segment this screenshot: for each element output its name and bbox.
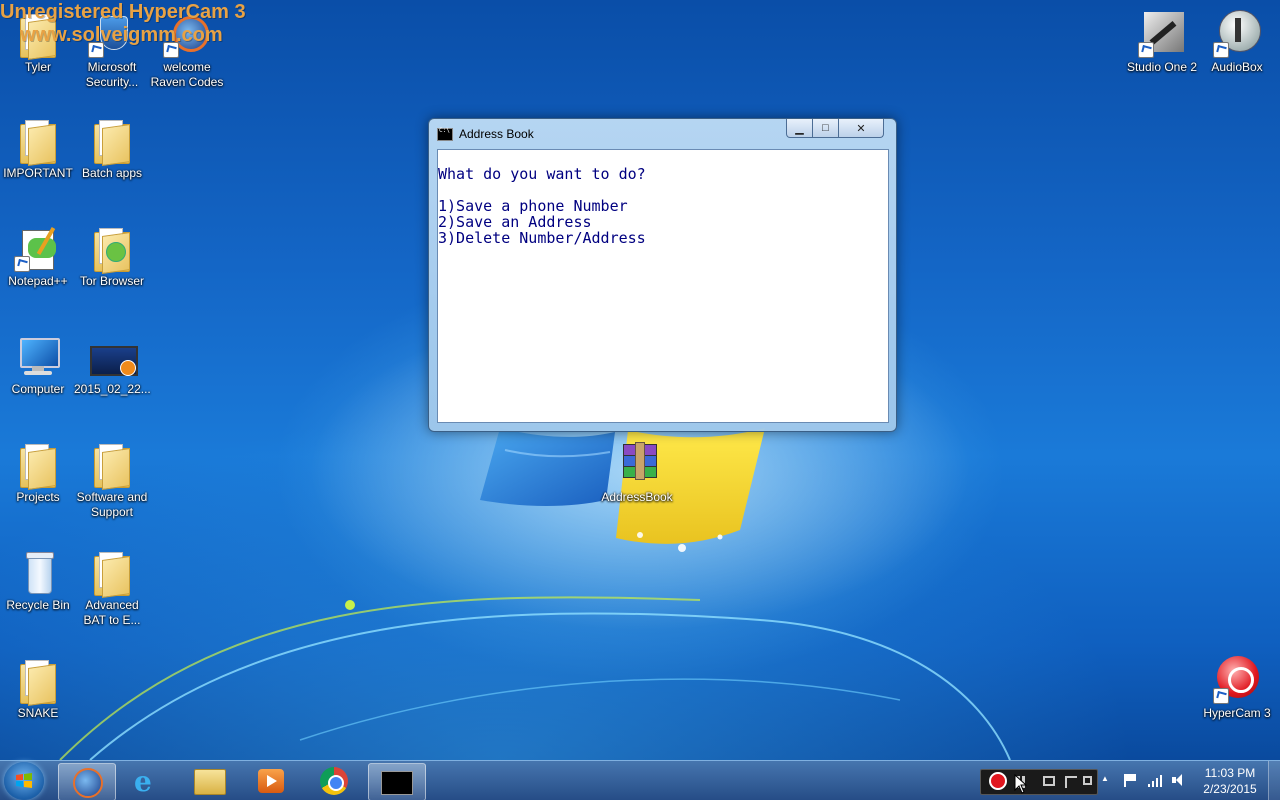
usb-audio-icon [1213,10,1261,58]
mouse-cursor-icon [1014,774,1028,794]
desktop-icon-label: HyperCam 3 [1203,706,1271,720]
volume-icon[interactable] [1172,774,1186,786]
computer-icon [14,332,62,380]
console-icon [437,127,453,141]
desktop-icon-label: AudioBox [1211,60,1263,74]
desktop-icon-label: SNAKE [17,706,59,720]
desktop-icon-label: Projects [16,490,60,504]
desktop-icon-audiobox[interactable]: AudioBox [1199,10,1275,75]
hypercam-icon [1213,656,1261,704]
desktop-icon-label: Recycle Bin [6,598,70,612]
desktop-icon-label: IMPORTANT [3,166,73,180]
address-book-window[interactable]: Address Book ▁ □ ✕ What do you want to d… [428,118,897,432]
desktop-icon-label: Tyler [24,60,51,74]
folder-icon [14,656,62,706]
desktop-icon-label: AddressBook [601,490,673,504]
internet-explorer-icon: e [134,765,152,798]
taskbar-explorer[interactable] [182,763,238,799]
chrome-center [328,775,344,791]
network-signal-icon[interactable] [1148,773,1164,787]
desktop-icon-snake[interactable]: SNAKE [0,656,76,721]
desktop-icon-label: Microsoft Security... [85,60,139,89]
windows-logo-icon [16,773,32,788]
console-line: 2)Save an Address [438,213,592,231]
desktop-icon-software-support[interactable]: Software and Support [74,440,150,520]
desktop-icon-label: Batch apps [81,166,143,180]
window-title: Address Book [459,127,534,141]
close-button[interactable]: ✕ [838,119,884,138]
hypercam-toolbar [980,769,1098,795]
desktop-icon-label: Advanced BAT to E... [83,598,141,627]
console-line: 1)Save a phone Number [438,197,628,215]
taskbar-cmd[interactable] [368,763,426,800]
clock-date: 2/23/2015 [1203,782,1257,796]
desktop-icon-recycle-bin[interactable]: Recycle Bin [0,548,76,613]
console-output[interactable]: What do you want to do? 1)Save a phone Nu… [437,149,889,423]
folder-icon [88,224,136,274]
maximize-button[interactable]: □ [812,119,839,138]
restore-icon[interactable] [1083,776,1092,785]
cmd-icon [381,771,413,795]
minimize-button[interactable]: ▁ [786,119,813,138]
taskbar-firefox[interactable] [58,763,116,800]
folder-icon [88,116,136,166]
watermark-line1: Unregistered HyperCam 3 [0,1,246,23]
desktop-icon-video-2015[interactable]: 2015_02_22... [74,332,151,397]
watermark: Unregistered HyperCam 3 www.solveigmm.co… [0,1,246,47]
desktop-icon-advanced-bat[interactable]: Advanced BAT to E... [74,548,150,628]
desktop-icon-studio-one[interactable]: Studio One 2 [1124,10,1200,75]
desktop-icon-tor-browser[interactable]: Tor Browser [74,224,150,289]
clock[interactable]: 11:03 PM 2/23/2015 [1192,765,1268,797]
studio-one-icon [1138,10,1186,58]
desktop-icon-label: Software and Support [76,490,148,519]
folder-icon [88,548,136,598]
file-explorer-icon [194,769,226,795]
desktop-icon-label: Notepad++ [8,274,68,288]
console-line: What do you want to do? [438,165,646,183]
firefox-icon [73,768,103,798]
show-hidden-icons-button[interactable]: ▲ [1101,774,1109,783]
desktop-icon-projects[interactable]: Projects [0,440,76,505]
play-icon [267,775,277,787]
record-icon[interactable] [989,772,1007,790]
desktop-icon-notepadpp[interactable]: Notepad++ [0,224,76,289]
desktop[interactable]: Unregistered HyperCam 3 www.solveigmm.co… [0,0,1280,760]
action-center-flag-icon[interactable] [1124,774,1136,787]
start-button[interactable] [4,762,44,800]
desktop-icon-label: Computer [11,382,65,396]
folder-icon [88,440,136,490]
desktop-icon-label: Studio One 2 [1126,60,1198,74]
taskbar-internet-explorer[interactable]: e [120,763,176,799]
watermark-line2: www.solveigmm.com [20,24,223,46]
desktop-icon-hypercam[interactable]: HyperCam 3 [1199,656,1275,721]
folder-icon [14,116,62,166]
clock-time: 11:03 PM [1204,766,1256,780]
taskbar: e ▲ 11:03 PM 2/23/2015 [0,760,1280,800]
desktop-icon-batch-apps[interactable]: Batch apps [74,116,150,181]
show-desktop-button[interactable] [1268,761,1280,800]
video-file-icon [88,332,138,380]
taskbar-media-player[interactable] [244,763,300,799]
taskbar-chrome[interactable] [306,763,362,799]
desktop-icon-label: Tor Browser [79,274,144,288]
desktop-icon-important[interactable]: IMPORTANT [0,116,76,181]
desktop-icon-computer[interactable]: Computer [0,332,76,397]
screenshot-icon[interactable] [1043,776,1055,786]
window-titlebar[interactable]: Address Book [437,125,534,143]
desktop-icon-label: 2015_02_22... [74,382,151,396]
notepadpp-icon [14,224,62,272]
cursor-icon[interactable] [1065,776,1077,788]
folder-icon [14,440,62,490]
recycle-bin-icon [14,548,62,596]
winrar-archive-icon [613,440,661,488]
desktop-icon-addressbook[interactable]: AddressBook [599,440,675,505]
console-line: 3)Delete Number/Address [438,229,646,247]
desktop-icon-label: welcome Raven Codes [150,60,224,89]
